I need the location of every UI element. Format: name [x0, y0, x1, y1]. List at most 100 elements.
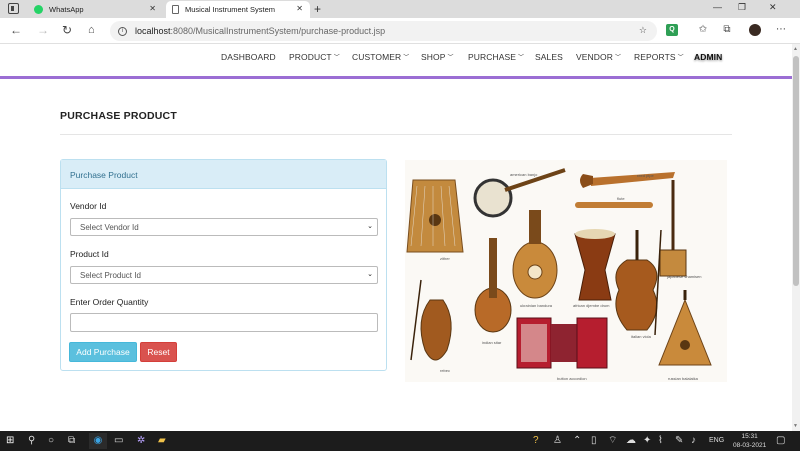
minimize-button[interactable]: — [713, 2, 722, 12]
windows-start-icon[interactable]: ⊞ [6, 435, 14, 447]
instruments-illustration: zither american banjo reed pipe flute uk… [405, 160, 727, 382]
browser-toolbar: ← → ↻ ⌂ i localhost:8080/MusicalInstrume… [0, 18, 800, 44]
order-quantity-label: Enter Order Quantity [70, 297, 149, 307]
caption-american-banjo: american banjo [510, 172, 538, 177]
nav-label: SHOP [421, 52, 446, 62]
cloud-icon[interactable]: ☁ [626, 435, 636, 447]
add-favorite-icon[interactable]: ☆ [639, 25, 647, 36]
browser-window: WhatsApp ✕ Musical Instrument System ✕ +… [0, 0, 800, 451]
close-window-button[interactable]: ✕ [769, 2, 777, 13]
scrollbar-thumb[interactable] [793, 56, 799, 286]
task-view-icon[interactable]: ⧉ [68, 435, 75, 447]
reset-button[interactable]: Reset [140, 342, 177, 362]
taskbar-clock[interactable]: 15:31 08-03-2021 [733, 432, 766, 450]
scroll-down-icon[interactable]: ▼ [793, 423, 798, 429]
restore-button[interactable]: ❐ [738, 2, 746, 13]
vendor-id-select[interactable]: Select Vendor Id ⌄ [70, 218, 378, 236]
clock-time: 15:31 [741, 433, 758, 440]
nav-sales[interactable]: SALES [535, 52, 563, 62]
edge-taskbar-icon[interactable]: ◉ [89, 433, 107, 449]
nav-purchase[interactable]: PURCHASE ﹀ [468, 52, 524, 62]
avatar[interactable] [749, 24, 761, 36]
new-tab-button[interactable]: + [314, 2, 321, 16]
file-explorer-icon[interactable]: ▰ [158, 435, 166, 447]
tab-title: Musical Instrument System [185, 5, 276, 14]
address-path: :8080/MusicalInstrumentSystem/purchase-p… [170, 26, 386, 36]
chevron-down-icon: ﹀ [614, 55, 622, 61]
title-divider [60, 134, 732, 135]
caption-russian-balalaika: russian balalaika [668, 376, 698, 381]
dropbox-icon[interactable]: ✦ [643, 435, 651, 447]
nav-label: SALES [535, 52, 563, 62]
app-taskbar-icon[interactable]: ✲ [137, 435, 145, 447]
cortana-icon[interactable]: ○ [48, 435, 54, 447]
instruments-drawing [406, 168, 712, 369]
caption-flute: flute [617, 196, 625, 201]
tab-whatsapp[interactable]: WhatsApp ✕ [28, 1, 163, 18]
address-bar[interactable]: i localhost:8080/MusicalInstrumentSystem… [110, 21, 657, 41]
nav-vendor[interactable]: VENDOR ﹀ [576, 52, 621, 62]
user-icon[interactable]: ♙ [553, 435, 562, 447]
order-quantity-input[interactable] [70, 313, 378, 332]
network-icon[interactable]: ⌔ [608, 435, 617, 447]
page-icon [172, 5, 179, 14]
volume-icon[interactable]: ♪ [691, 435, 696, 447]
product-id-label: Product Id [70, 249, 109, 259]
chevron-down-icon: ﹀ [518, 55, 525, 61]
nav-admin[interactable]: ADMIN [694, 52, 722, 62]
chevron-down-icon: ﹀ [333, 55, 340, 61]
nav-label: REPORTS [634, 52, 676, 62]
caption-reed-pipe: reed pipe [637, 173, 654, 178]
add-purchase-button[interactable]: Add Purchase [69, 342, 137, 362]
chevron-down-icon: ﹀ [447, 55, 454, 61]
language-indicator[interactable]: ENG [709, 437, 724, 444]
close-tab-icon[interactable]: ✕ [296, 4, 303, 13]
site-info-icon[interactable]: i [118, 26, 127, 36]
clock-date: 08-03-2021 [733, 442, 767, 449]
product-id-select[interactable]: Select Product Id ⌄ [70, 266, 378, 284]
terminal-taskbar-icon[interactable]: ▭ [114, 435, 123, 447]
caption-african-djembe-drum: african djembe drum [573, 303, 610, 308]
tab-title: WhatsApp [49, 5, 84, 14]
vendor-id-label: Vendor Id [70, 201, 107, 211]
nav-shop[interactable]: SHOP ﹀ [421, 52, 454, 62]
product-id-placeholder: Select Product Id [80, 271, 141, 280]
battery-icon[interactable]: ▯ [591, 435, 597, 447]
nav-customer[interactable]: CUSTOMER ﹀ [352, 52, 409, 62]
search-icon[interactable]: ⚲ [28, 435, 35, 447]
vendor-id-placeholder: Select Vendor Id [80, 223, 139, 232]
collections-icon[interactable]: ⧉ [721, 24, 733, 36]
page-scrollbar[interactable]: ▲ ▼ [792, 44, 800, 431]
home-button[interactable]: ⌂ [88, 22, 95, 38]
nav-label: PRODUCT [289, 52, 332, 62]
chevron-down-icon: ⌄ [367, 223, 373, 230]
nav-product[interactable]: PRODUCT ﹀ [289, 52, 340, 62]
back-button[interactable]: ← [10, 22, 22, 38]
help-icon[interactable]: ? [533, 435, 539, 447]
tab-actions-icon[interactable] [8, 3, 19, 14]
nav-label: DASHBOARD [221, 52, 276, 62]
purchase-form-panel: Purchase Product Vendor Id Select Vendor… [60, 159, 387, 371]
extension-icon[interactable]: Q [666, 24, 678, 36]
whatsapp-icon [34, 5, 43, 14]
more-menu-icon[interactable]: ⋯ [775, 24, 787, 36]
pen-icon[interactable]: ✎ [675, 435, 683, 447]
tab-strip: WhatsApp ✕ Musical Instrument System ✕ +… [0, 0, 800, 18]
favorites-icon[interactable]: ✩ [697, 24, 709, 36]
notifications-icon[interactable]: ▢ [776, 435, 785, 447]
tab-musical-instrument-system[interactable]: Musical Instrument System ✕ [166, 1, 310, 18]
panel-heading: Purchase Product [61, 160, 386, 189]
nav-reports[interactable]: REPORTS ﹀ [634, 52, 684, 62]
close-tab-icon[interactable]: ✕ [149, 4, 156, 13]
reload-button[interactable]: ↻ [62, 22, 72, 38]
navbar-accent-bar [0, 76, 792, 79]
caption-indian-sitar: indian sitar [482, 340, 502, 345]
nav-dashboard[interactable]: DASHBOARD [221, 52, 276, 62]
nav-label: PURCHASE [468, 52, 517, 62]
caption-rebec: rebec [440, 368, 451, 373]
chevron-up-icon[interactable]: ⌃ [573, 435, 581, 447]
forward-button[interactable]: → [37, 22, 49, 38]
wifi-icon[interactable]: ⌇ [658, 435, 663, 447]
address-host: localhost [135, 26, 171, 36]
scroll-up-icon[interactable]: ▲ [793, 46, 798, 52]
